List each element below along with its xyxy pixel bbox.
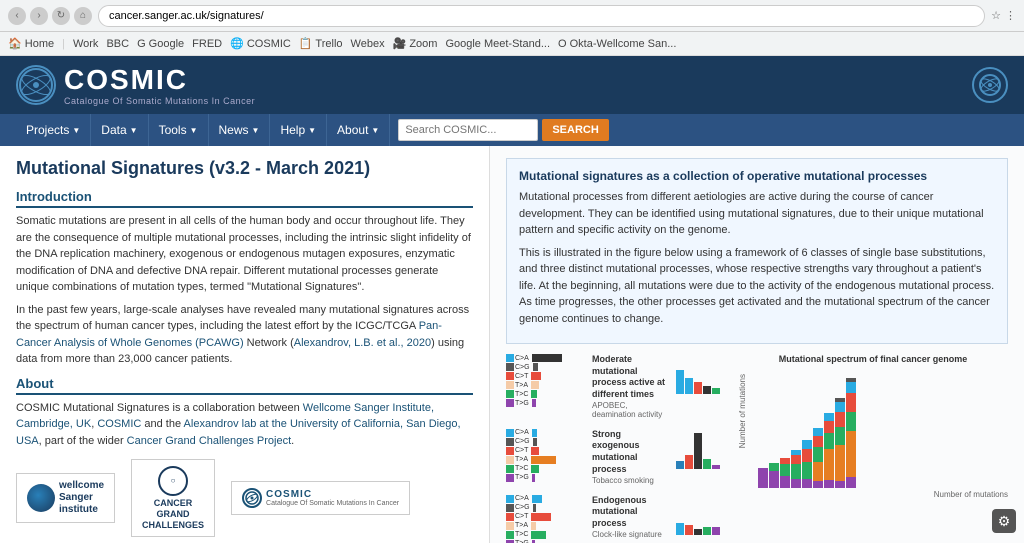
refresh-button[interactable]: ↻	[52, 7, 70, 25]
nav-about[interactable]: About ▼	[327, 114, 390, 146]
info-box-title: Mutational signatures as a collection of…	[519, 169, 995, 183]
cgc-logo-box: ○ CANCERGRANDCHALLENGES	[131, 459, 215, 537]
bookmark-google[interactable]: G Google	[137, 38, 184, 50]
info-box: Mutational signatures as a collection of…	[506, 158, 1008, 344]
search-input[interactable]	[398, 119, 538, 141]
about-heading: About	[16, 376, 473, 395]
bookmark-gmeet[interactable]: Google Meet-Stand...	[445, 38, 550, 50]
page-title: Mutational Signatures (v3.2 - March 2021…	[16, 158, 473, 179]
projects-arrow: ▼	[72, 126, 80, 135]
help-arrow: ▼	[308, 126, 316, 135]
search-button[interactable]: SEARCH	[542, 119, 608, 141]
nav-help[interactable]: Help ▼	[270, 114, 327, 146]
process2-label: Strong exogenous mutational process Toba…	[592, 429, 670, 485]
intro-para1: Somatic mutations are present in all cel…	[16, 213, 473, 296]
bookmark-star[interactable]: ☆	[991, 9, 1001, 22]
bookmark-work[interactable]: Work	[73, 38, 98, 50]
alexandrov-link[interactable]: Alexandrov, L.B. et al., 2020	[294, 337, 431, 349]
sanger-icon	[27, 484, 55, 512]
process3-label: Endogenous mutational process Clock-like…	[592, 495, 670, 539]
final-spectrum: Mutational spectrum of final cancer geno…	[738, 354, 1008, 499]
back-button[interactable]: ‹	[8, 7, 26, 25]
process1: C>A C>G C>T T>A T>C T>G Moderate mutatio…	[506, 354, 726, 419]
bookmark-cosmic[interactable]: 🌐 COSMIC	[230, 37, 291, 50]
intro-heading: Introduction	[16, 189, 473, 208]
bookmark-zoom[interactable]: 🎥 Zoom	[393, 37, 438, 50]
final-title: Mutational spectrum of final cancer geno…	[738, 354, 1008, 364]
logo-title: COSMIC	[64, 64, 255, 96]
home-button[interactable]: ⌂	[74, 7, 92, 25]
about-arrow: ▼	[371, 126, 379, 135]
nav-data[interactable]: Data ▼	[91, 114, 148, 146]
bookmarks-bar: 🏠 Home | Work BBC G Google FRED 🌐 COSMIC…	[0, 32, 1024, 56]
cosmic-logo: COSMIC Catalogue Of Somatic Mutations In…	[16, 64, 255, 106]
cgc-text: CANCERGRANDCHALLENGES	[142, 498, 204, 530]
process3-chart	[676, 495, 726, 535]
about-para1: COSMIC Mutational Signatures is a collab…	[16, 400, 473, 450]
browser-bar: ‹ › ↻ ⌂ ☆ ⋮	[0, 0, 1024, 32]
logo-subtitle: Catalogue Of Somatic Mutations In Cancer	[64, 96, 255, 106]
url-bar[interactable]	[98, 5, 985, 27]
logo-icon	[16, 65, 56, 105]
process1-bars: C>A C>G C>T T>A T>C T>G	[506, 354, 586, 407]
data-arrow: ▼	[130, 126, 138, 135]
nav-projects[interactable]: Projects ▼	[16, 114, 91, 146]
nav-bar: Projects ▼ Data ▼ Tools ▼ News ▼ Help ▼ …	[0, 114, 1024, 146]
process1-label: Moderate mutational process active at di…	[592, 354, 670, 419]
chart-area: C>A C>G C>T T>A T>C T>G Moderate mutatio…	[506, 354, 1008, 543]
cgc-link[interactable]: Cancer Grand Challenges Project	[127, 435, 291, 447]
cosmic-small-icon	[242, 488, 262, 508]
cosmic-small-logo: COSMIC Catalogue Of Somatic Mutations In…	[242, 488, 399, 508]
process2-chart	[676, 429, 726, 469]
main-content: Mutational Signatures (v3.2 - March 2021…	[0, 146, 1024, 543]
sanger-logo-box: wellcome Sanger institute	[16, 473, 115, 523]
news-arrow: ▼	[252, 126, 260, 135]
gear-icon[interactable]: ⚙	[992, 509, 1016, 533]
info-box-para1: Mutational processes from different aeti…	[519, 189, 995, 239]
y-axis-label: Number of mutations	[738, 374, 747, 448]
cgc-circle: ○	[158, 466, 188, 496]
header-right-icon	[972, 67, 1008, 103]
site-header: COSMIC Catalogue Of Somatic Mutations In…	[0, 56, 1024, 114]
final-chart-bars	[738, 368, 1008, 488]
logos-row: wellcome Sanger institute ○ CANCERGRANDC…	[16, 459, 473, 537]
left-panel: Mutational Signatures (v3.2 - March 2021…	[0, 146, 490, 543]
bookmark-okta[interactable]: O Okta-Wellcome San...	[558, 38, 676, 50]
process2: C>A C>G C>T T>A T>C T>G Strong exogenous…	[506, 429, 726, 485]
num-mutations-label: Number of mutations	[934, 490, 1008, 499]
browser-controls[interactable]: ‹ › ↻ ⌂	[8, 7, 92, 25]
nav-tools[interactable]: Tools ▼	[149, 114, 209, 146]
browser-menu[interactable]: ⋮	[1005, 9, 1016, 22]
forward-button[interactable]: ›	[30, 7, 48, 25]
bookmark-bbc[interactable]: BBC	[106, 38, 129, 50]
info-box-para2: This is illustrated in the figure below …	[519, 245, 995, 328]
cgc-logo: ○ CANCERGRANDCHALLENGES	[142, 466, 204, 530]
intro-para2: In the past few years, large-scale analy…	[16, 302, 473, 368]
cosmic-link[interactable]: COSMIC	[97, 418, 141, 430]
bookmark-trello[interactable]: 📋 Trello	[299, 37, 343, 50]
process3-bars: C>A C>G C>T T>A T>C T>G	[506, 495, 586, 543]
tools-arrow: ▼	[190, 126, 198, 135]
process2-bars: C>A C>G C>T T>A T>C T>G	[506, 429, 586, 482]
process3: C>A C>G C>T T>A T>C T>G Endogenous mutat…	[506, 495, 726, 543]
mutation-processes: C>A C>G C>T T>A T>C T>G Moderate mutatio…	[506, 354, 726, 543]
logo-text: COSMIC Catalogue Of Somatic Mutations In…	[64, 64, 255, 106]
process1-chart	[676, 354, 726, 394]
nav-news[interactable]: News ▼	[209, 114, 271, 146]
search-box: SEARCH	[398, 119, 608, 141]
bookmark-fred[interactable]: FRED	[192, 38, 222, 50]
sanger-logo: wellcome Sanger institute	[27, 480, 104, 516]
right-panel: Mutational signatures as a collection of…	[490, 146, 1024, 543]
cosmic-small-logo-box: COSMIC Catalogue Of Somatic Mutations In…	[231, 481, 410, 515]
bookmark-home[interactable]: 🏠 Home	[8, 37, 54, 50]
sanger-text: wellcome Sanger institute	[59, 480, 104, 516]
cosmic-small-text: COSMIC Catalogue Of Somatic Mutations In…	[266, 489, 399, 507]
bookmark-webex[interactable]: Webex	[351, 38, 385, 50]
